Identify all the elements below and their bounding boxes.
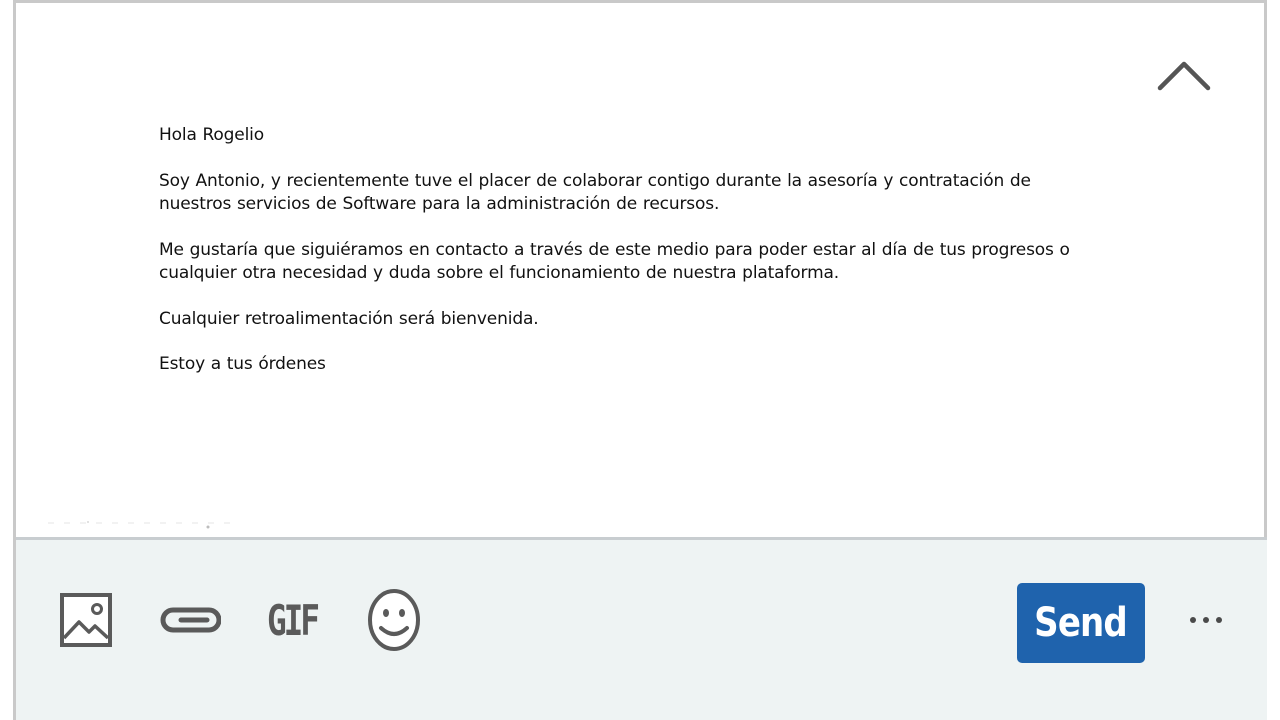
attach-file-button[interactable] — [158, 590, 222, 650]
emoji-button[interactable] — [362, 589, 426, 651]
chevron-up-icon — [1157, 61, 1211, 91]
send-button[interactable]: Send — [1017, 583, 1145, 663]
message-paragraph-2: Me gustaría que siguiéramos en contacto … — [159, 239, 1070, 284]
message-paragraph-3: Cualquier retroalimentación será bienven… — [159, 308, 539, 329]
compose-toolbar: GIF Send — [16, 537, 1267, 720]
gif-label: GIF — [267, 595, 320, 645]
attach-image-button[interactable] — [56, 590, 116, 650]
message-closing: Estoy a tus órdenes — [159, 354, 326, 374]
image-icon — [60, 593, 112, 647]
emoji-icon — [368, 589, 420, 651]
more-options-button[interactable] — [1182, 600, 1232, 640]
gif-button[interactable]: GIF — [260, 590, 324, 650]
message-greeting: Hola Rogelio — [159, 125, 264, 145]
send-button-label: Send — [1034, 600, 1129, 646]
collapse-button[interactable] — [1152, 52, 1216, 100]
message-paragraph-1: Soy Antonio, y recientemente tuve el pla… — [159, 170, 1031, 215]
faint-artifact — [48, 521, 240, 529]
more-icon — [1190, 617, 1222, 623]
message-body[interactable]: Hola Rogelio Soy Antonio, y recientement… — [159, 124, 1099, 399]
paperclip-icon — [160, 607, 221, 633]
